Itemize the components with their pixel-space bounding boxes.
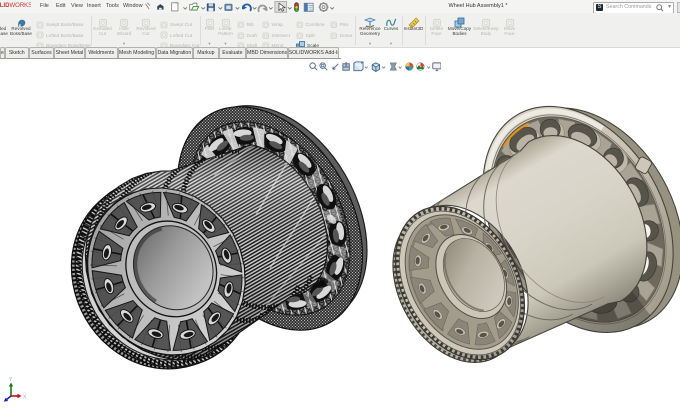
svg-text:X: X: [23, 395, 27, 401]
svg-text:Y: Y: [9, 377, 13, 383]
